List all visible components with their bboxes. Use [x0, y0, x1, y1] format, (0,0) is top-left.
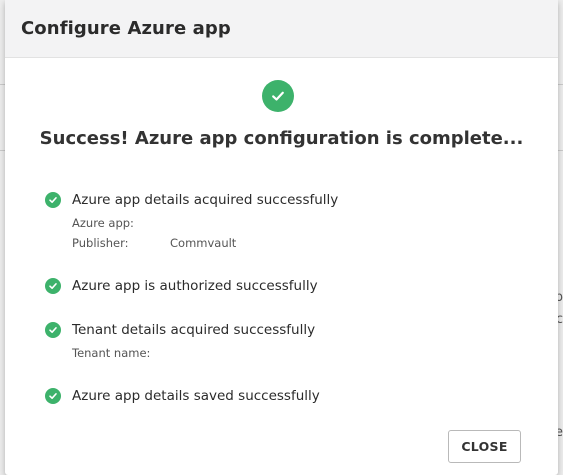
- check-circle-icon: [45, 278, 61, 294]
- step-app-details-saved: Azure app details saved successfully: [45, 388, 320, 404]
- dialog-header: Configure Azure app: [5, 0, 558, 58]
- step-app-details-acquired: Azure app details acquired successfully …: [45, 192, 338, 250]
- detail-publisher: Publisher: Commvault: [72, 236, 338, 250]
- step-label: Azure app is authorized successfully: [72, 278, 318, 294]
- detail-tenant-name: Tenant name:: [72, 346, 315, 360]
- step-label: Tenant details acquired successfully: [72, 322, 316, 338]
- step-tenant-details-acquired: Tenant details acquired successfully Ten…: [45, 322, 315, 360]
- step-app-authorized: Azure app is authorized successfully: [45, 278, 318, 294]
- detail-key: Tenant name:: [72, 346, 151, 360]
- detail-key: Azure app:: [72, 216, 134, 230]
- dialog-title: Configure Azure app: [21, 18, 231, 39]
- check-circle-icon: [45, 322, 61, 338]
- check-circle-icon: [45, 388, 61, 404]
- step-label: Azure app details saved successfully: [72, 388, 320, 404]
- close-button[interactable]: CLOSE: [448, 430, 521, 463]
- success-headline: Success! Azure app configuration is comp…: [39, 128, 524, 149]
- detail-value: Commvault: [170, 236, 237, 250]
- configure-azure-app-dialog: Configure Azure app Success! Azure app c…: [5, 0, 558, 475]
- step-label: Azure app details acquired successfully: [72, 192, 339, 208]
- check-circle-icon: [45, 192, 61, 208]
- success-check-icon: [262, 80, 294, 112]
- detail-azure-app: Azure app:: [72, 216, 338, 230]
- detail-key: Publisher:: [72, 236, 129, 250]
